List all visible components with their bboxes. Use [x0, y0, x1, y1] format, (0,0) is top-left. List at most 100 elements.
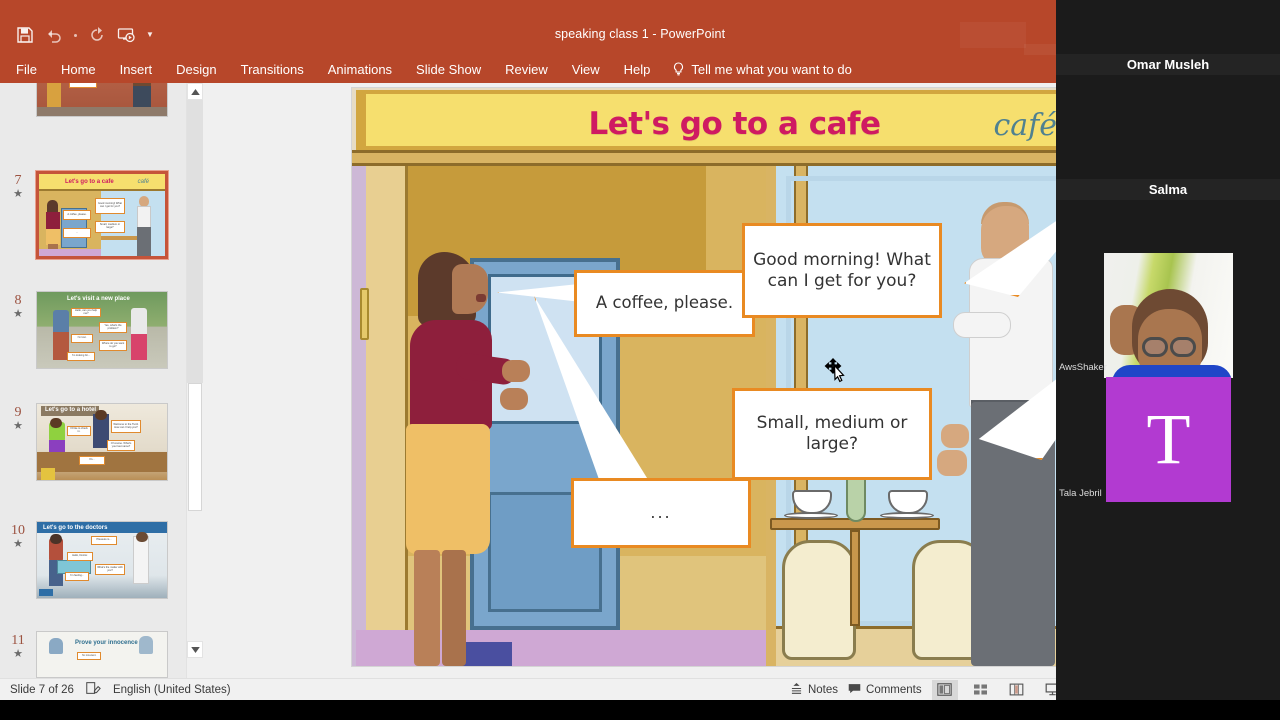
comment-icon	[848, 683, 861, 697]
video-tile-label-awsshaker: AwsShaker	[1059, 362, 1107, 373]
thumbnail-meta: 6	[0, 83, 36, 117]
chair-left	[782, 540, 856, 660]
glasses-right-lens-icon	[1170, 337, 1196, 357]
thumbnail-number: 10	[11, 523, 25, 538]
video-conference-sidebar[interactable]: Omar Musleh Salma AwsShaker T Tala Jebri…	[1056, 0, 1280, 720]
slide-sorter-view-button[interactable]	[968, 680, 994, 700]
thumbnail-title: Let's go to the doctors	[43, 525, 108, 531]
scrollbar-track-lower[interactable]	[187, 511, 203, 641]
thumbnail-title: Let's go to a hotel	[45, 407, 97, 413]
customer-mouth	[476, 294, 486, 302]
cafe-signboard: Let's go to a cafe café	[356, 90, 1113, 150]
scroll-down-button[interactable]	[187, 641, 203, 658]
tab-help[interactable]: Help	[612, 55, 663, 83]
table-leg	[850, 530, 860, 626]
lightbulb-icon	[672, 62, 685, 76]
tab-insert[interactable]: Insert	[108, 55, 165, 83]
thumbnail-number: 8	[14, 293, 22, 308]
speech-bubble-customer-reply[interactable]: ...	[571, 478, 751, 548]
status-bar-left: Slide 7 of 26 English (United States)	[0, 682, 231, 697]
tab-home[interactable]: Home	[49, 55, 108, 83]
thumbnail-image[interactable]: Let's visit a new place Hello, can you h…	[36, 291, 168, 369]
thumbnail-meta: 11 ★	[0, 631, 36, 678]
customer-face	[452, 264, 488, 314]
current-slide[interactable]: Let's go to a cafe café A coffee, please…	[352, 88, 1117, 666]
thumbnail-image[interactable]: Let's go to the doctors Pleasure is... H…	[36, 521, 168, 599]
bottom-black-bar	[0, 700, 1280, 720]
second-speaker-name: Salma	[1056, 179, 1280, 200]
thumbnail-slide-9[interactable]: 9 ★ Let's go to a hotel I'd like to chec…	[0, 403, 186, 481]
video-tile-awsshaker[interactable]	[1104, 253, 1233, 378]
customer-leg-right	[442, 550, 466, 666]
reading-view-button[interactable]	[1004, 680, 1030, 700]
notes-label: Notes	[807, 683, 839, 696]
thumbnail-meta: 7 ★	[0, 171, 36, 259]
thumbnail-number: 9	[14, 405, 22, 420]
normal-view-button[interactable]	[931, 679, 958, 700]
animation-star-icon: ★	[13, 648, 23, 660]
thumbnail-image[interactable]: Let's go to a hotel I'd like to check in…	[36, 403, 168, 481]
thumbnail-image[interactable]: Do you have this shirt in a medium size?…	[36, 83, 168, 117]
speech-bubble-barista-size[interactable]: Small, medium or large?	[732, 388, 932, 480]
tab-slide-show[interactable]: Slide Show	[404, 55, 493, 83]
spelling-check-icon[interactable]	[86, 682, 101, 697]
thumbnail-meta: 10 ★	[0, 521, 36, 599]
language-indicator[interactable]: English (United States)	[113, 684, 231, 696]
scrollbar-thumb[interactable]	[188, 383, 202, 511]
customer-leg-left	[414, 550, 440, 666]
thumbnail-title: Let's go to a cafe	[65, 179, 114, 185]
tab-review[interactable]: Review	[493, 55, 560, 83]
thumbnail-slide-11[interactable]: 11 ★ Prove your innocence I'm innocent.	[0, 631, 186, 678]
animation-star-icon: ★	[13, 538, 23, 550]
tab-view[interactable]: View	[560, 55, 612, 83]
scroll-up-button[interactable]	[187, 83, 203, 100]
cafe-word: café	[993, 108, 1057, 143]
flower-vase	[846, 476, 866, 522]
barista-arm	[953, 312, 1011, 338]
active-speaker-name: Omar Musleh	[1056, 54, 1280, 75]
thumbnail-image-selected[interactable]: Let's go to a cafe café A coffee, please…	[35, 170, 169, 260]
slide-thumbnail-pane[interactable]: 6 Do you have this shirt in a medium siz…	[0, 83, 186, 678]
tell-me-search[interactable]: Tell me what you want to do	[662, 61, 852, 77]
far-left-wall	[352, 166, 366, 666]
tell-me-label: Tell me what you want to do	[691, 61, 852, 77]
slide-counter[interactable]: Slide 7 of 26	[10, 684, 74, 696]
tab-transitions[interactable]: Transitions	[229, 55, 316, 83]
thumbnail-title: Prove your innocence	[75, 640, 138, 646]
scrollbar-track-upper[interactable]	[187, 100, 203, 383]
speech-bubble-customer-order[interactable]: A coffee, please.	[574, 270, 755, 337]
door-handle	[360, 288, 369, 340]
screen-root: ▼ speaking class 1 - PowerPoint Duaa Rab…	[0, 0, 1280, 720]
thumbnail-meta: 9 ★	[0, 403, 36, 481]
animation-star-icon: ★	[13, 308, 23, 320]
speech-bubble-barista-greeting[interactable]: Good morning! What can I get for you?	[742, 223, 942, 318]
comments-button[interactable]: Comments	[848, 683, 922, 697]
customer-hand-upper	[502, 360, 530, 382]
comments-label: Comments	[866, 683, 922, 696]
thumbnail-slide-6[interactable]: 6 Do you have this shirt in a medium siz…	[0, 83, 186, 117]
notes-button[interactable]: Notes	[790, 682, 839, 697]
tab-animations[interactable]: Animations	[316, 55, 404, 83]
tab-file[interactable]: File	[0, 55, 49, 83]
customer-hand-lower	[500, 388, 528, 410]
glasses-left-lens-icon	[1142, 337, 1168, 357]
video-tile-tala-jebril-avatar[interactable]: T	[1106, 377, 1231, 502]
thumbnail-slide-7[interactable]: 7 ★ Let's go to a cafe café A coffee, pl…	[0, 170, 186, 260]
thumbnail-title: Let's visit a new place	[67, 296, 130, 302]
thumbnail-pane-scrollbar[interactable]	[186, 83, 203, 678]
thumbnail-slide-10[interactable]: 10 ★ Let's go to the doctors Pleasure is…	[0, 521, 186, 599]
tab-design[interactable]: Design	[164, 55, 228, 83]
thumbnail-number: 11	[11, 633, 25, 648]
thumbnail-number: 7	[14, 173, 22, 188]
barista-hand-lower	[937, 450, 967, 476]
thumbnail-slide-8[interactable]: 8 ★ Let's visit a new place Hello, can y…	[0, 291, 186, 369]
animation-star-icon: ★	[13, 188, 23, 200]
customer-skirt	[406, 424, 490, 554]
sign-lintel	[352, 150, 1117, 166]
thumbnail-meta: 8 ★	[0, 291, 36, 369]
slide-title: Let's go to a cafe	[588, 106, 881, 142]
notes-icon	[790, 682, 803, 697]
video-tile-label-tala-jebril: Tala Jebril	[1059, 488, 1102, 499]
barista-hand-upper	[941, 424, 969, 448]
thumbnail-image[interactable]: Prove your innocence I'm innocent.	[36, 631, 168, 678]
